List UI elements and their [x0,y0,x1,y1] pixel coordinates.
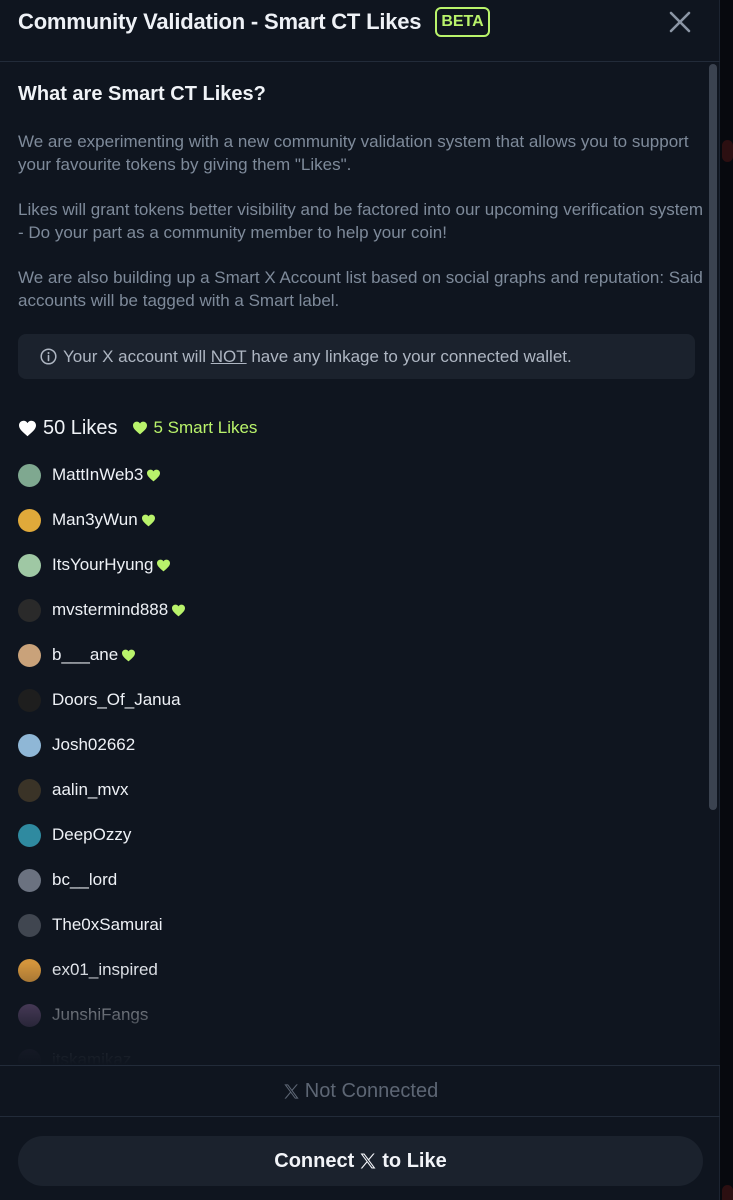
smart-heart-icon [171,604,186,617]
liker-username: Doors_Of_Janua [52,690,181,709]
avatar [18,508,41,532]
liker-row[interactable]: bc__lord [18,867,117,893]
avatar [18,913,41,937]
liker-row[interactable]: aalin_mvx [18,777,129,803]
background-page-edge [720,0,733,1200]
x-logo-icon [360,1153,376,1169]
info-icon [40,348,57,365]
connect-x-button[interactable]: Connect to Like [18,1136,703,1186]
close-button[interactable] [666,8,694,36]
connection-status: Not Connected [0,1065,720,1117]
liker-row[interactable]: MattInWeb3 [18,462,161,488]
heart-icon [19,420,36,436]
smart-likes-modal: Community Validation - Smart CT Likes BE… [0,0,720,1200]
connect-button-suffix: to Like [382,1149,447,1172]
connection-status-text: Not Connected [304,1079,439,1102]
notice-text-emphasis: NOT [210,346,247,366]
liker-row[interactable]: b___ane [18,642,136,668]
liker-row[interactable]: The0xSamurai [18,912,163,938]
likes-count: 50 Likes [43,416,118,439]
modal-header: Community Validation - Smart CT Likes BE… [0,0,720,62]
avatar [18,598,41,622]
liker-row[interactable]: ItsYourHyung [18,552,171,578]
liker-username: mvstermind888 [52,600,169,619]
smart-likes-summary: 5 Smart Likes [132,418,258,438]
x-logo-icon [284,1083,299,1099]
liker-username: The0xSamurai [52,915,163,934]
liker-username: Man3yWun [52,510,138,529]
avatar [18,643,41,667]
avatar [18,553,41,577]
smart-likes-count: 5 Smart Likes [153,418,258,437]
modal-scroll-area[interactable]: What are Smart CT Likes? We are experime… [0,63,720,1065]
liker-row[interactable]: Josh02662 [18,732,135,758]
connect-button-prefix: Connect [274,1149,355,1172]
privacy-notice: Your X account will NOT have any linkage… [18,334,695,379]
background-accent [722,1185,733,1200]
avatar [18,823,41,847]
liker-username: ItsYourHyung [52,555,154,574]
section-heading: What are Smart CT Likes? [18,83,266,105]
modal-title: Community Validation - Smart CT Likes [18,9,422,34]
liker-username: b___ane [52,645,119,664]
avatar [18,778,41,802]
avatar [18,688,41,712]
liker-row[interactable]: Doors_Of_Janua [18,687,181,713]
info-paragraph-2: Likes will grant tokens better visibilit… [18,200,704,242]
beta-badge: BETA [435,7,490,37]
liker-username: bc__lord [52,870,118,889]
liker-username: Josh02662 [52,735,136,754]
smart-heart-icon [132,421,147,435]
liker-row[interactable]: mvstermind888 [18,597,186,623]
notice-text-prefix: Your X account will [63,346,211,366]
notice-text-suffix: have any linkage to your connected walle… [246,346,572,366]
likes-summary: 50 Likes 5 Smart Likes [18,413,257,443]
scrollbar-thumb[interactable] [709,64,717,810]
liker-username: aalin_mvx [52,780,129,799]
avatar [18,868,41,892]
info-paragraph-3: We are also building up a Smart X Accoun… [18,268,703,310]
list-fade-overlay [0,963,720,1065]
avatar [18,733,41,757]
smart-heart-icon [141,514,156,527]
liker-username: DeepOzzy [52,825,132,844]
smart-heart-icon [156,559,171,572]
background-accent [722,140,733,162]
liker-row[interactable]: Man3yWun [18,507,156,533]
smart-heart-icon [121,649,136,662]
smart-heart-icon [146,469,161,482]
avatar [18,463,41,487]
liker-username: MattInWeb3 [52,465,144,484]
info-paragraph-1: We are experimenting with a new communit… [18,132,689,174]
close-icon [669,11,691,33]
liker-row[interactable]: DeepOzzy [18,822,131,848]
